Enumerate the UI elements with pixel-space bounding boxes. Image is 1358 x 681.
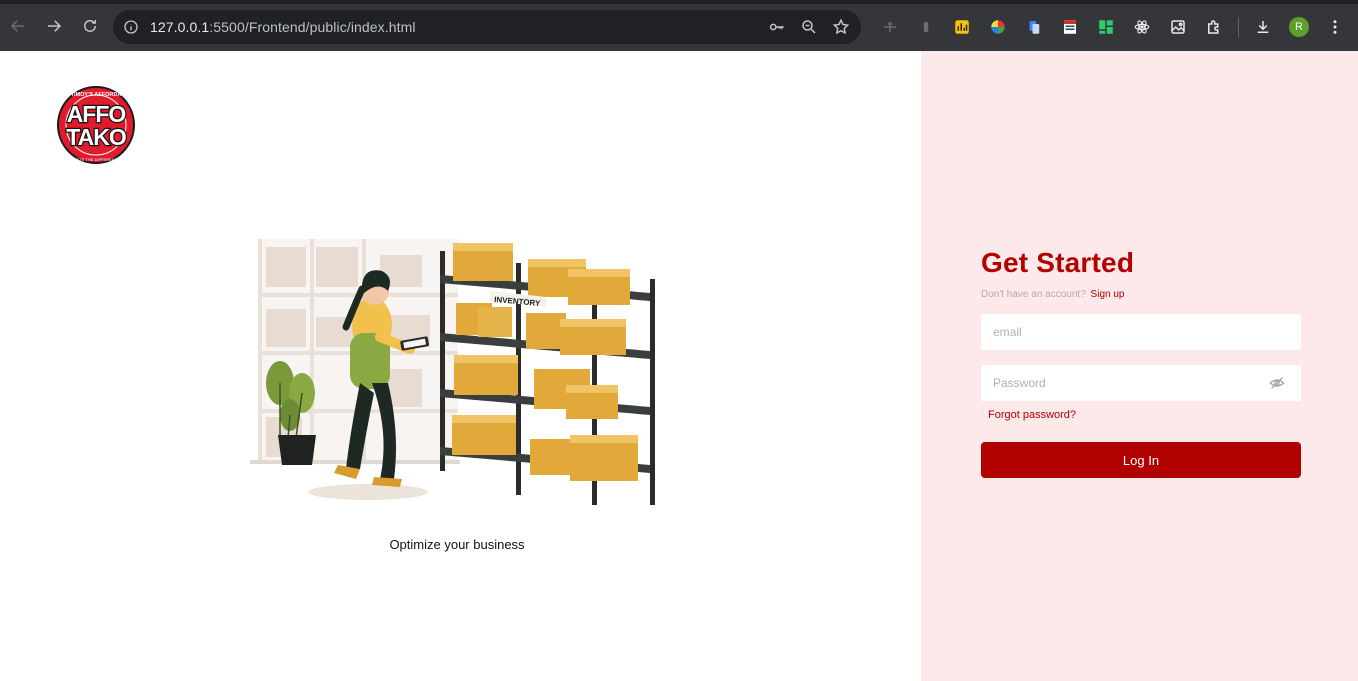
url-path: :5500/Frontend/public/index.html bbox=[209, 19, 416, 35]
login-form: Get Started Don't have an account? Sign … bbox=[981, 247, 1301, 478]
grid-icon[interactable] bbox=[1088, 10, 1124, 44]
avatar: R bbox=[1289, 17, 1309, 37]
browser-toolbar: 127.0.0.1:5500/Frontend/public/index.htm… bbox=[0, 0, 1358, 51]
color-wheel-icon[interactable] bbox=[980, 10, 1016, 44]
menu-button[interactable] bbox=[1317, 10, 1353, 44]
extension-bar: R bbox=[872, 10, 1353, 44]
info-icon[interactable] bbox=[123, 19, 139, 35]
hero-panel: TIMOY'S AFFORDA TASTE THE DIFFERENCE AFF… bbox=[0, 51, 921, 681]
signup-prompt: Don't have an account? Sign up bbox=[981, 289, 1301, 300]
image-icon[interactable] bbox=[1160, 10, 1196, 44]
inventory-shelf: INVENTORY bbox=[440, 243, 655, 505]
arrow-left-icon bbox=[10, 19, 24, 32]
password-wrapper bbox=[981, 365, 1301, 401]
password-field[interactable] bbox=[981, 365, 1301, 401]
logo-text-bottom: TAKO bbox=[66, 124, 126, 150]
pen-tool-icon[interactable] bbox=[872, 10, 908, 44]
react-icon[interactable] bbox=[1124, 10, 1160, 44]
sheet-icon[interactable] bbox=[1052, 10, 1088, 44]
forgot-password-link[interactable]: Forgot password? bbox=[988, 409, 1301, 421]
copy-icon[interactable] bbox=[1016, 10, 1052, 44]
url-text[interactable]: 127.0.0.1:5500/Frontend/public/index.htm… bbox=[150, 19, 416, 35]
forward-button[interactable] bbox=[36, 8, 72, 44]
download-icon[interactable] bbox=[1245, 10, 1281, 44]
reload-icon bbox=[84, 19, 96, 32]
key-icon[interactable] bbox=[767, 17, 787, 37]
login-panel: Get Started Don't have an account? Sign … bbox=[921, 51, 1358, 681]
chart-icon[interactable] bbox=[944, 10, 980, 44]
zoom-icon[interactable] bbox=[799, 17, 819, 37]
arrow-right-icon bbox=[48, 19, 62, 32]
logo-ring-bottom: TASTE THE DIFFERENCE bbox=[72, 157, 121, 162]
hero-tagline: Optimize your business bbox=[389, 537, 525, 552]
puzzle-icon[interactable] bbox=[1196, 10, 1232, 44]
toolbar-separator bbox=[1238, 17, 1239, 37]
email-field[interactable] bbox=[981, 314, 1301, 350]
star-icon[interactable] bbox=[831, 17, 851, 37]
ink-icon[interactable] bbox=[908, 10, 944, 44]
signup-link[interactable]: Sign up bbox=[1091, 289, 1125, 300]
more-vert-icon bbox=[1333, 20, 1337, 34]
reload-button[interactable] bbox=[72, 8, 108, 44]
url-host: 127.0.0.1 bbox=[150, 19, 210, 35]
tab-strip bbox=[0, 0, 1358, 4]
page-title: Get Started bbox=[981, 247, 1135, 278]
no-account-text: Don't have an account? bbox=[981, 289, 1086, 300]
eye-slash-icon[interactable] bbox=[1269, 376, 1285, 390]
logo-ring-top: TIMOY'S AFFORDA bbox=[71, 92, 122, 98]
back-button[interactable] bbox=[0, 8, 36, 44]
brand-logo: TIMOY'S AFFORDA TASTE THE DIFFERENCE AFF… bbox=[57, 86, 135, 164]
floor-shadow bbox=[308, 484, 428, 500]
profile-button[interactable]: R bbox=[1281, 10, 1317, 44]
login-button[interactable]: Log In bbox=[981, 442, 1301, 478]
address-bar[interactable]: 127.0.0.1:5500/Frontend/public/index.htm… bbox=[113, 10, 861, 44]
inventory-illustration: INVENTORY bbox=[250, 239, 655, 505]
page: TIMOY'S AFFORDA TASTE THE DIFFERENCE AFF… bbox=[0, 51, 1358, 681]
